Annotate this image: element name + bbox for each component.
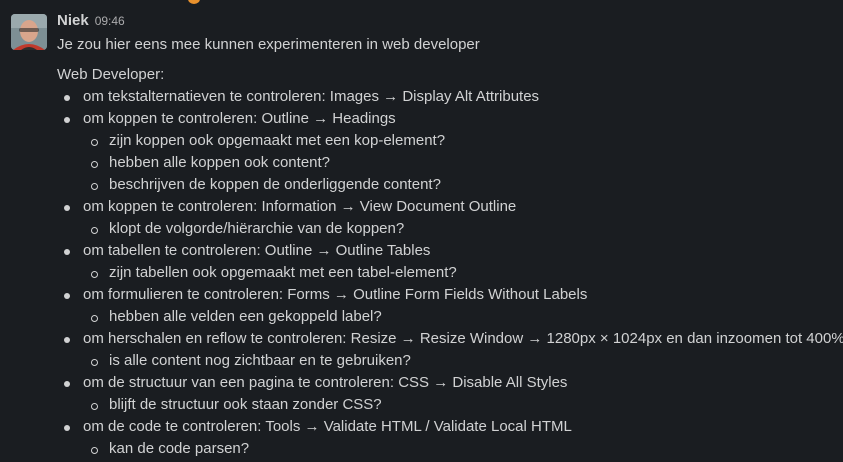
- list-item-text: is alle content nog zichtbaar en te gebr…: [109, 352, 411, 369]
- hollow-bullet-icon: [91, 270, 98, 278]
- hollow-bullet-icon: [91, 402, 98, 410]
- bullet-icon: [64, 425, 70, 431]
- list-item-text: hebben alle koppen ook content?: [109, 154, 331, 171]
- sub-list-item: hebben alle velden een gekoppeld label?: [57, 306, 843, 328]
- bullet-icon: [64, 249, 70, 255]
- author-name[interactable]: Niek: [57, 12, 89, 29]
- list-item-text: om koppen te controleren: Information → …: [83, 198, 517, 215]
- list-item-text: hebben alle velden een gekoppeld label?: [109, 308, 382, 325]
- list-item: om koppen te controleren: Information → …: [57, 196, 843, 218]
- hollow-bullet-icon: [91, 446, 98, 454]
- avatar-image: [11, 14, 47, 50]
- bullet-icon: [64, 381, 70, 387]
- list-item: om koppen te controleren: Outline → Head…: [57, 108, 843, 130]
- message-header: Niek 09:46: [57, 12, 125, 32]
- hollow-bullet-icon: [91, 160, 98, 168]
- list-item-text: zijn koppen ook opgemaakt met een kop-el…: [109, 132, 446, 149]
- bullet-icon: [64, 293, 70, 299]
- list-item: om tekstalternatieven te controleren: Im…: [57, 86, 843, 108]
- list-heading: Web Developer:: [57, 66, 165, 83]
- list-item-text: blijft de structuur ook staan zonder CSS…: [109, 396, 382, 413]
- list-item: om de code te controleren: Tools → Valid…: [57, 416, 843, 438]
- list-item-text: om tabellen te controleren: Outline → Ou…: [83, 242, 431, 259]
- sub-list-item: zijn tabellen ook opgemaakt met een tabe…: [57, 262, 843, 284]
- bullet-icon: [64, 95, 70, 101]
- sub-list-item: kan de code parsen?: [57, 438, 843, 460]
- sub-list-item: is alle content nog zichtbaar en te gebr…: [57, 350, 843, 372]
- list-item-text: om de code te controleren: Tools → Valid…: [83, 418, 572, 435]
- list-item: om de structuur van een pagina te contro…: [57, 372, 843, 394]
- sub-list-item: blijft de structuur ook staan zonder CSS…: [57, 394, 843, 416]
- list-item-text: om herschalen en reflow te controleren: …: [83, 330, 843, 347]
- hollow-bullet-icon: [91, 138, 98, 146]
- list-item-text: kan de code parsen?: [109, 440, 250, 457]
- list-item-text: om koppen te controleren: Outline → Head…: [83, 110, 396, 127]
- hollow-bullet-icon: [91, 358, 98, 366]
- bullet-icon: [64, 205, 70, 211]
- hollow-bullet-icon: [91, 226, 98, 234]
- hollow-bullet-icon: [91, 314, 98, 322]
- bullet-icon: [64, 117, 70, 123]
- sub-list-item: hebben alle koppen ook content?: [57, 152, 843, 174]
- avatar[interactable]: [11, 14, 47, 50]
- bullet-icon: [64, 337, 70, 343]
- message-timestamp[interactable]: 09:46: [95, 14, 125, 28]
- list-item: om formulieren te controleren: Forms → O…: [57, 284, 843, 306]
- list-item-text: zijn tabellen ook opgemaakt met een tabe…: [109, 264, 457, 281]
- bullet-list: om tekstalternatieven te controleren: Im…: [57, 86, 843, 460]
- chat-message: Niek 09:46 Je zou hier eens mee kunnen ex…: [0, 0, 843, 462]
- sub-list-item: klopt de volgorde/hiërarchie van de kopp…: [57, 218, 843, 240]
- list-item: om tabellen te controleren: Outline → Ou…: [57, 240, 843, 262]
- list-item: om herschalen en reflow te controleren: …: [57, 328, 843, 350]
- list-item-text: om tekstalternatieven te controleren: Im…: [83, 88, 540, 105]
- hollow-bullet-icon: [91, 182, 98, 190]
- list-item-text: om formulieren te controleren: Forms → O…: [83, 286, 588, 303]
- message-intro: Je zou hier eens mee kunnen experimenter…: [57, 36, 480, 53]
- message-body: Je zou hier eens mee kunnen experimenter…: [57, 34, 843, 460]
- sub-list-item: beschrijven de koppen de onderliggende c…: [57, 174, 843, 196]
- list-item-text: om de structuur van een pagina te contro…: [83, 374, 568, 391]
- list-item-text: beschrijven de koppen de onderliggende c…: [109, 176, 441, 193]
- list-item-text: klopt de volgorde/hiërarchie van de kopp…: [109, 220, 405, 237]
- sub-list-item: zijn koppen ook opgemaakt met een kop-el…: [57, 130, 843, 152]
